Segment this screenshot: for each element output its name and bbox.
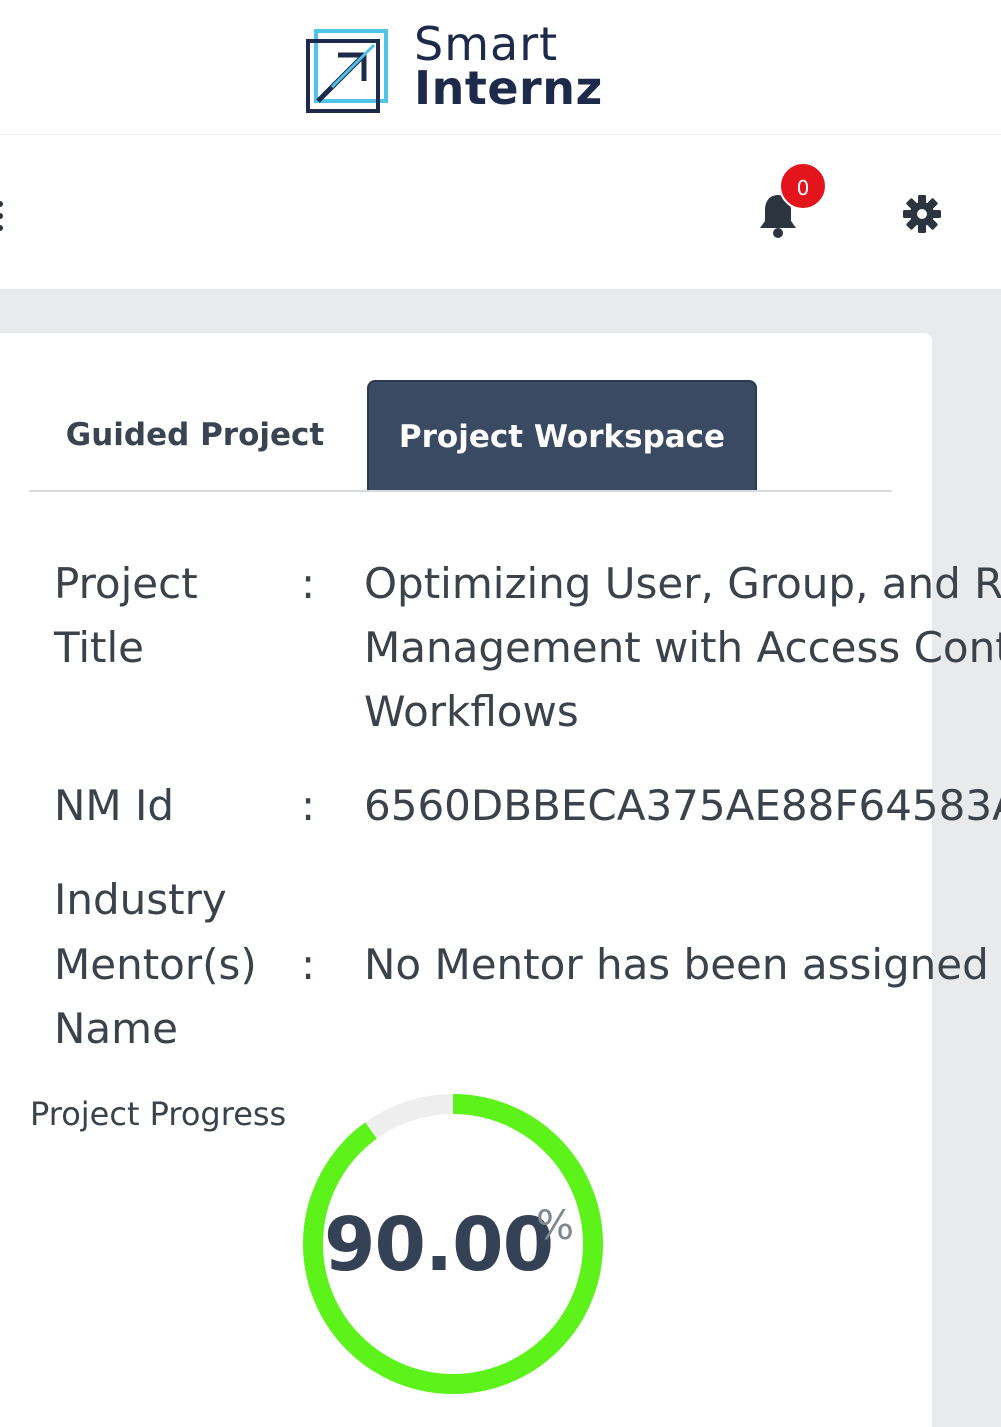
logo-line-2: Internz xyxy=(414,61,603,115)
project-title-label-line-1: Project xyxy=(54,559,198,608)
logo-wordmark: Smart Internz xyxy=(414,17,603,115)
nm-id-colon: : xyxy=(301,781,316,830)
mentor-label-line-2: Mentor(s) xyxy=(54,940,257,989)
project-title-value-line-2: Management with Access Cont xyxy=(364,623,1001,672)
notification-count-badge: 0 xyxy=(779,162,827,210)
progress-percent-sign: % xyxy=(536,1203,575,1249)
mentor-label-line-3: Name xyxy=(54,1004,178,1053)
nm-id-label: NM Id xyxy=(54,781,175,830)
logo-header: Smart Internz xyxy=(0,0,1001,134)
progress-value: 90.00 xyxy=(324,1202,554,1288)
mentor-colon: : xyxy=(301,940,316,989)
top-nav-bar xyxy=(0,134,1001,289)
smart-internz-logo-icon xyxy=(306,29,388,113)
mentor-label-line-1: Industry xyxy=(54,875,227,924)
project-title-value-line-3: Workflows xyxy=(364,687,579,736)
logo-line-1: Smart xyxy=(414,17,559,71)
gear-icon[interactable] xyxy=(902,194,942,234)
nm-id-value: 6560DBBECA375AE88F64583A xyxy=(364,781,1001,830)
menu-icon[interactable] xyxy=(0,201,3,231)
tab-guided-project[interactable]: Guided Project xyxy=(40,380,350,490)
mentor-value: No Mentor has been assigned xyxy=(364,940,989,989)
project-progress-label: Project Progress xyxy=(30,1095,287,1133)
project-title-value-line-1: Optimizing User, Group, and R xyxy=(364,559,1001,608)
tab-project-workspace[interactable]: Project Workspace xyxy=(367,380,757,490)
project-title-label-line-2: Title xyxy=(54,623,145,672)
project-title-colon: : xyxy=(301,559,316,608)
